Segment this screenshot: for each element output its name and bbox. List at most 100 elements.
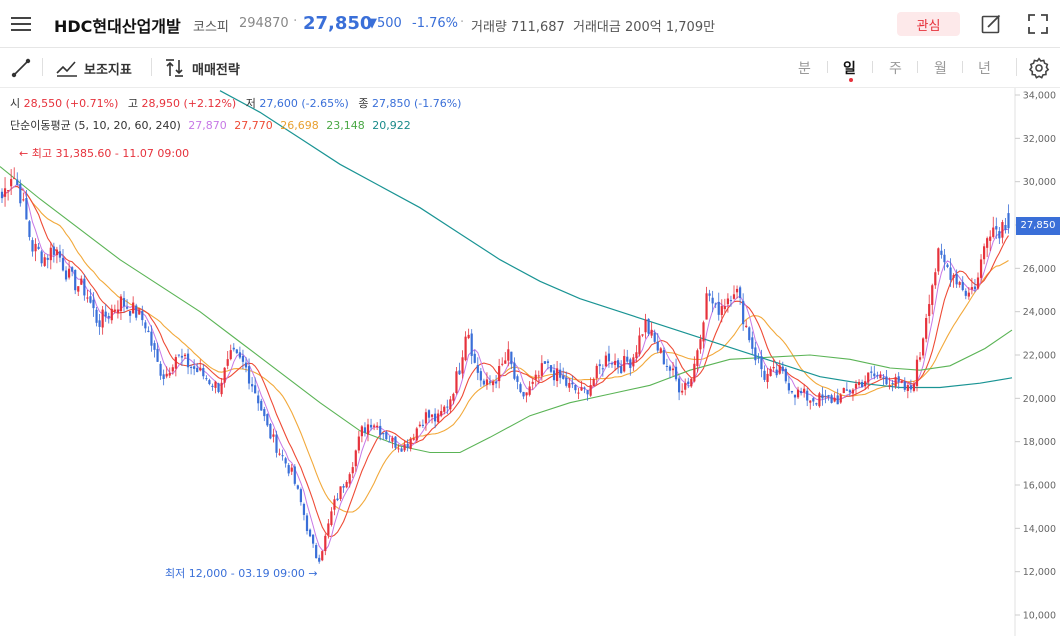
ma60-line xyxy=(0,166,1013,454)
candle-body xyxy=(461,357,464,374)
candle-body xyxy=(638,335,641,355)
candle-body xyxy=(940,250,943,255)
candle-body xyxy=(482,380,485,385)
candle-body xyxy=(543,361,546,364)
price-chart[interactable]: 34,00032,00030,00028,00026,00024,00022,0… xyxy=(0,88,1060,636)
y-tick-label: 30,000 xyxy=(1023,177,1056,188)
candle-body xyxy=(565,377,568,386)
candle-body xyxy=(912,383,916,391)
candle-body xyxy=(464,336,467,361)
y-tick-label: 26,000 xyxy=(1023,264,1056,275)
candle-body xyxy=(491,381,495,386)
candle-body xyxy=(775,369,778,376)
candle-body xyxy=(46,257,49,260)
candle-body xyxy=(235,349,238,354)
candle-body xyxy=(986,238,989,248)
candle-body xyxy=(894,377,897,387)
candle-body xyxy=(10,179,13,187)
candle-body xyxy=(208,380,211,385)
candle-body xyxy=(498,366,501,382)
candle-body xyxy=(818,393,821,407)
candle-body xyxy=(867,372,870,383)
fullscreen-icon[interactable] xyxy=(1027,13,1049,35)
candle-body xyxy=(812,398,815,402)
period-year[interactable]: 년 xyxy=(978,58,991,78)
favorite-button[interactable]: 관심 xyxy=(897,12,960,36)
candle-body xyxy=(165,373,168,377)
period-day[interactable]: 일 xyxy=(843,58,856,78)
candle-body xyxy=(302,503,306,515)
candle-body xyxy=(430,414,434,417)
candle-body xyxy=(348,474,351,484)
strategy-icon[interactable] xyxy=(164,57,186,79)
ma5-line xyxy=(1,183,1009,551)
candle-body xyxy=(653,332,656,342)
candle-body xyxy=(339,486,342,500)
separator-dot: · xyxy=(293,13,298,29)
candle-body xyxy=(251,384,254,387)
candle-body xyxy=(434,413,437,422)
candle-body xyxy=(110,308,113,321)
candle-body xyxy=(970,287,973,290)
indicator-button[interactable]: 보조지표 xyxy=(84,59,132,78)
candle-body xyxy=(583,387,586,389)
candle-body xyxy=(644,319,647,333)
gear-icon[interactable] xyxy=(1027,56,1051,80)
candle-body xyxy=(427,410,431,418)
candle-body xyxy=(839,394,842,403)
candle-body xyxy=(949,267,952,280)
period-month[interactable]: 월 xyxy=(934,58,947,78)
period-minute[interactable]: 분 xyxy=(798,58,811,78)
candle-body xyxy=(772,366,775,369)
hamburger-icon[interactable] xyxy=(10,14,32,34)
high-annotation: ← 최고 31,385.60 - 11.07 09:00 xyxy=(19,147,190,160)
candle-body xyxy=(976,277,980,289)
candle-body xyxy=(879,374,882,379)
candle-body xyxy=(168,373,171,376)
edit-icon[interactable] xyxy=(980,13,1002,35)
candle-body xyxy=(708,293,711,296)
candle-body xyxy=(223,367,226,383)
candle-body xyxy=(144,322,147,329)
strategy-button[interactable]: 매매전략 xyxy=(192,59,240,78)
candle-body xyxy=(373,425,376,427)
close-value: 27,850 (-1.76%) xyxy=(371,97,462,110)
line-draw-icon[interactable] xyxy=(10,57,32,79)
candle-body xyxy=(915,359,919,387)
candle-body xyxy=(714,303,717,305)
candle-body xyxy=(296,485,299,489)
candlestick-chart[interactable]: 34,00032,00030,00028,00026,00024,00022,0… xyxy=(0,88,1060,636)
candle-body xyxy=(934,272,937,286)
period-divider xyxy=(917,61,918,73)
ma60-value: 23,148 xyxy=(326,119,365,132)
candle-body xyxy=(107,315,110,318)
candle-body xyxy=(729,300,733,302)
low-value: 27,600 (-2.65%) xyxy=(259,97,349,110)
candle-body xyxy=(403,444,406,451)
candle-body xyxy=(458,370,461,375)
candle-body xyxy=(537,375,540,377)
candle-body xyxy=(269,423,272,439)
period-week[interactable]: 주 xyxy=(889,58,902,78)
candle-body xyxy=(257,395,260,404)
candle-body xyxy=(205,378,208,380)
ma20-line xyxy=(1,185,1009,513)
indicator-icon[interactable] xyxy=(56,57,78,79)
chart-toolbar: 보조지표 매매전략 분 일 주 월 년 xyxy=(0,48,1060,88)
candle-body xyxy=(443,406,446,412)
candle-body xyxy=(95,309,98,323)
candle-body xyxy=(13,178,16,180)
candle-body xyxy=(55,249,58,256)
candle-body xyxy=(58,251,62,258)
y-tick-label: 14,000 xyxy=(1023,524,1056,535)
y-tick-label: 22,000 xyxy=(1023,351,1056,362)
candle-body xyxy=(424,412,428,424)
candle-body xyxy=(952,275,955,278)
candle-body xyxy=(903,381,906,390)
candle-body xyxy=(40,251,43,264)
candle-body xyxy=(833,397,836,402)
candle-body xyxy=(705,293,708,320)
candle-body xyxy=(229,350,232,360)
candle-body xyxy=(885,376,888,385)
candle-body xyxy=(928,304,931,316)
